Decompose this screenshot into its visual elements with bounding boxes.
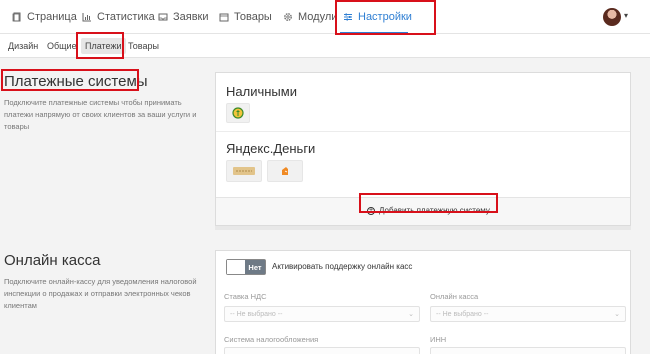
wallet-icon[interactable] — [267, 160, 303, 182]
gear-icon — [283, 12, 293, 22]
cashbox-title: Онлайн касса — [4, 252, 101, 269]
online-cashbox-card: Нет Активировать поддержку онлайн касс С… — [215, 250, 631, 354]
divider — [216, 131, 630, 132]
cashbox-select-value: -- Не выбрано -- — [436, 310, 489, 318]
tab-products[interactable]: Товары — [124, 38, 163, 54]
card-icon[interactable] — [226, 160, 262, 182]
nav-label: Товары — [234, 11, 272, 23]
add-payment-system-label: Добавить платежную систему — [379, 206, 490, 215]
chevron-down-icon[interactable]: ▾ — [624, 11, 628, 20]
nav-item-statistics[interactable]: Статистика — [82, 0, 155, 34]
inbox-icon — [158, 12, 168, 22]
tab-general[interactable]: Общие — [43, 38, 81, 54]
avatar[interactable] — [603, 8, 621, 26]
nav-label: Страница — [27, 11, 77, 23]
payments-card-footer: + Добавить платежную систему — [216, 197, 630, 225]
vat-label: Ставка НДС — [224, 292, 267, 301]
toggle-label: Активировать поддержку онлайн касс — [272, 262, 413, 271]
sliders-icon — [343, 12, 353, 22]
payment-system-yandex: Яндекс.Деньги — [226, 141, 316, 156]
tax-system-select[interactable]: ⌄ — [224, 347, 420, 354]
nav-item-requests[interactable]: Заявки — [158, 0, 209, 34]
payments-title: Платежные системы — [4, 73, 148, 90]
vat-select[interactable]: -- Не выбрано -- ⌄ — [224, 306, 420, 322]
inn-input[interactable] — [430, 347, 626, 354]
vat-select-value: -- Не выбрано -- — [230, 310, 283, 318]
box-icon — [219, 12, 229, 22]
inn-label: ИНН — [430, 335, 447, 344]
cashbox-label: Онлайн касса — [430, 292, 479, 301]
nav-label: Модули — [298, 11, 338, 23]
tab-design[interactable]: Дизайн — [4, 38, 42, 54]
nav-label: Статистика — [97, 11, 155, 23]
nav-item-settings[interactable]: Настройки — [340, 0, 412, 34]
payments-description: Подключите платежные системы чтобы прини… — [4, 98, 197, 131]
chart-icon — [82, 12, 92, 22]
nav-item-page[interactable]: Страница — [12, 0, 77, 34]
cashbox-toggle[interactable]: Нет — [226, 259, 266, 275]
toggle-state: Нет — [245, 260, 265, 274]
cash-icon[interactable] — [226, 103, 250, 123]
plus-circle-icon: + — [367, 206, 375, 215]
nav-item-products[interactable]: Товары — [219, 0, 272, 34]
settings-subnav: Дизайн Общие Платежи Товары — [0, 34, 650, 58]
chevron-down-icon: ⌄ — [614, 311, 620, 318]
chevron-down-icon: ⌄ — [408, 311, 414, 318]
tax-system-label: Система налогообложения — [224, 335, 319, 344]
nav-label: Настройки — [358, 11, 412, 23]
tab-payments[interactable]: Платежи — [81, 38, 126, 54]
payment-systems-card: Наличными Яндекс.Деньги + Добавить плате… — [215, 72, 631, 226]
nav-label: Заявки — [173, 11, 209, 23]
payment-system-cash: Наличными — [226, 84, 297, 99]
cashbox-description: Подключите онлайн-кассу для уведомления … — [4, 277, 197, 310]
page-icon — [12, 12, 22, 22]
toggle-knob — [227, 260, 245, 274]
nav-item-modules[interactable]: Модули — [283, 0, 337, 34]
top-navigation: Страница Статистика Заявки Товары Модули… — [0, 0, 650, 34]
horizontal-scrollbar[interactable] — [215, 226, 631, 230]
add-payment-system-button[interactable]: + Добавить платежную систему — [367, 206, 490, 215]
cashbox-select[interactable]: -- Не выбрано -- ⌄ — [430, 306, 626, 322]
